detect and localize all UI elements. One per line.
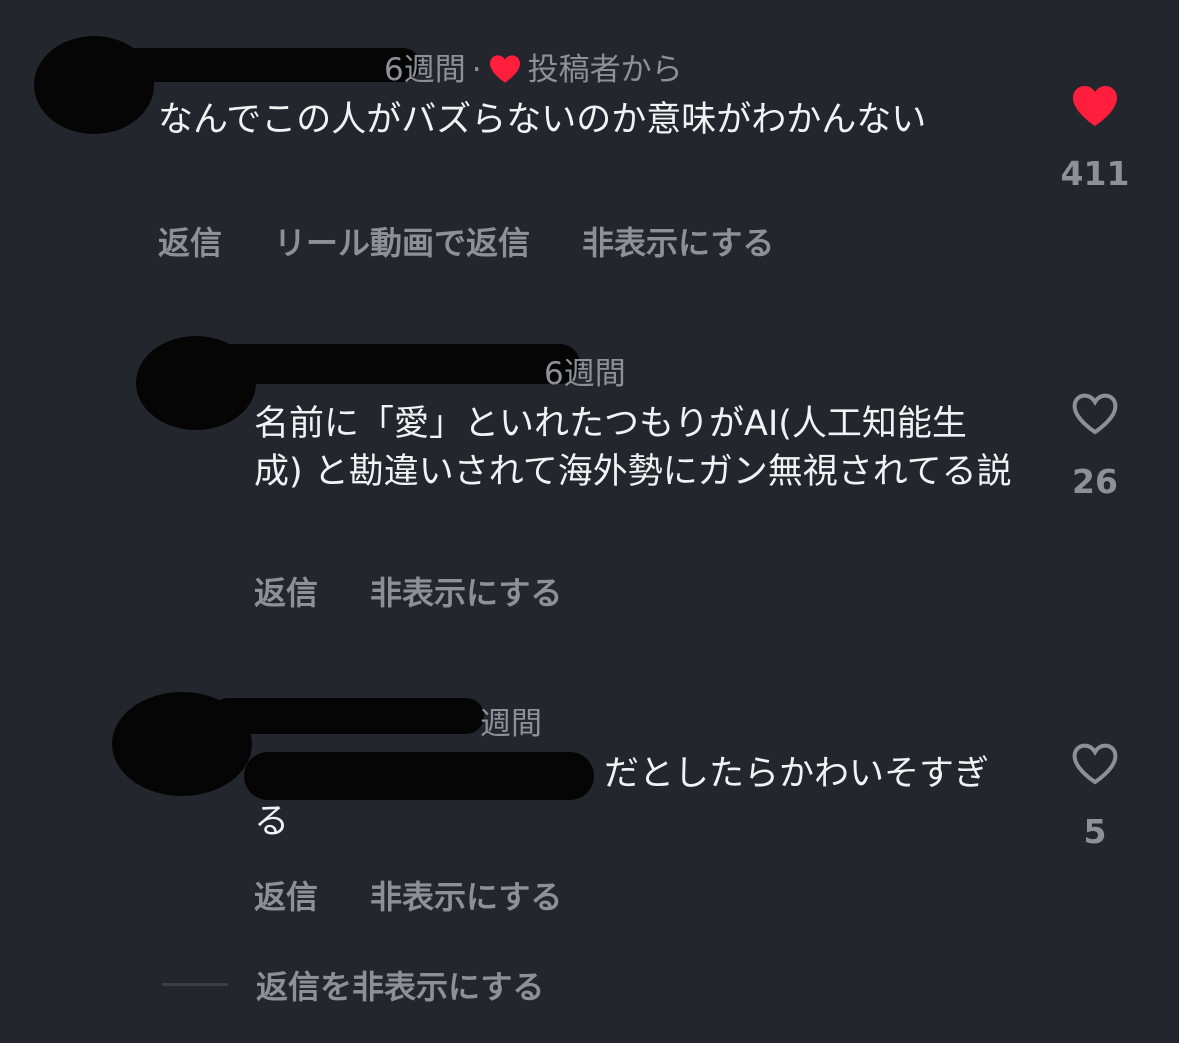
comment-text: 名前に「愛」といれたつもりがAI(人工知能生成) と勘違いされて海外勢にガン無視… [254,404,1012,492]
comment-text: だとしたらかわいそすぎる [254,754,990,842]
hide-replies-button[interactable]: 返信を非表示にする [256,962,544,1008]
comment-thread: 6週間 · 投稿者から なんでこの人がバズらないのか意味がわかんない 返信 リール動… [0,0,1179,1043]
comment-time: 週間 [480,706,542,742]
like-column: 5 [1050,742,1140,851]
reply-button[interactable]: 返信 [254,568,318,614]
liked-by-author-label: 投稿者から [527,52,683,88]
like-count: 5 [1083,812,1107,851]
like-count: 26 [1072,462,1118,501]
comment-meta: 6週間 · 投稿者から [384,44,683,89]
redacted-username [210,698,484,734]
redacted-username [120,48,420,82]
hide-button[interactable]: 非表示にする [370,568,562,614]
comment-time: 6週間 [384,52,466,88]
comment-actions: 返信 非表示にする [254,568,562,614]
heart-outline-icon[interactable] [1070,392,1120,436]
meta-separator: · [471,52,482,88]
heart-filled-icon [489,55,520,83]
comment-actions: 返信 リール動画で返信 非表示にする [158,218,774,264]
redacted-username [210,344,580,384]
comment-time: 6週間 [544,356,626,392]
like-column: 26 [1050,392,1140,501]
comment-meta: 週間 [480,698,542,743]
hide-button[interactable]: 非表示にする [370,872,562,918]
heart-outline-icon[interactable] [1070,742,1120,786]
comment-text: なんでこの人がバズらないのか意味がわかんない [158,100,927,140]
comment-meta: 6週間 [544,348,626,393]
reply-button[interactable]: 返信 [158,218,222,264]
like-column: 411 [1050,84,1140,193]
comment-actions: 返信 非表示にする [254,872,562,918]
reply-button[interactable]: 返信 [254,872,318,918]
reply-with-reel-button[interactable]: リール動画で返信 [274,218,530,264]
hide-button[interactable]: 非表示にする [582,218,774,264]
heart-filled-icon[interactable] [1070,84,1120,128]
like-count: 411 [1060,154,1130,193]
replies-divider [162,983,228,986]
